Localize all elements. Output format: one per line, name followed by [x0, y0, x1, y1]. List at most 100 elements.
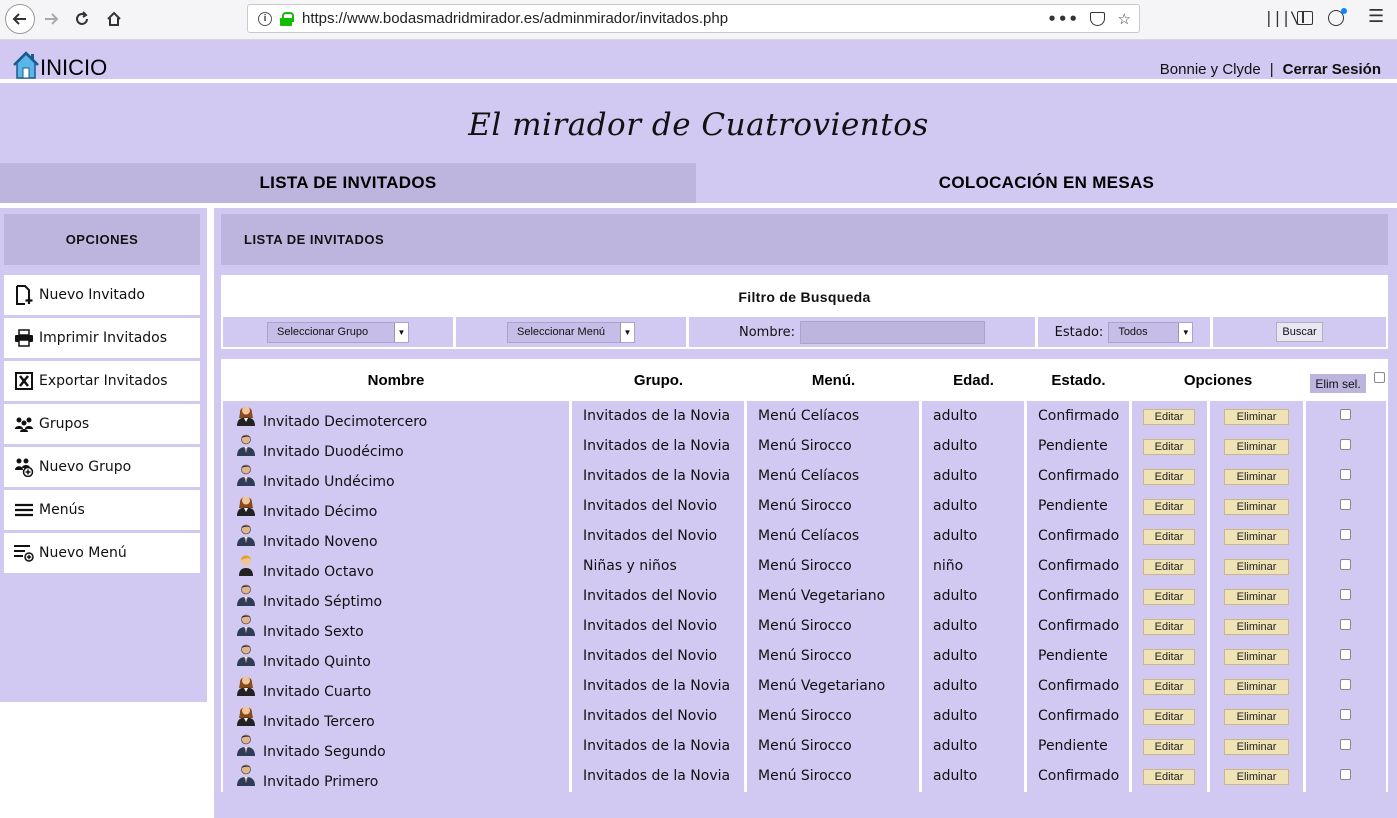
- delete-button[interactable]: Eliminar: [1224, 769, 1289, 785]
- bookmark-star-icon[interactable]: ☆: [1118, 10, 1131, 28]
- guest-name: Invitado Segundo: [263, 744, 386, 760]
- library-icon[interactable]: |||\: [1264, 8, 1300, 27]
- state-label: Estado:: [1054, 324, 1104, 340]
- back-button[interactable]: [5, 4, 35, 34]
- edit-button[interactable]: Editar: [1143, 589, 1195, 605]
- tab-lista-invitados[interactable]: LISTA DE INVITADOS: [0, 163, 696, 203]
- forward-button[interactable]: [37, 5, 65, 33]
- guest-age: adulto: [933, 648, 978, 664]
- guest-state: Confirmado: [1038, 468, 1120, 484]
- sidebar-item-nuevo-invitado[interactable]: Nuevo Invitado: [4, 275, 200, 315]
- delete-button[interactable]: Eliminar: [1224, 679, 1289, 695]
- row-checkbox[interactable]: [1340, 559, 1351, 570]
- sidebar-item-nuevo-menu[interactable]: Nuevo Menú: [4, 533, 200, 573]
- search-filter: Filtro de Busqueda Seleccionar Grupo ▼ S…: [221, 275, 1388, 349]
- sidebar-item-exportar-invitados[interactable]: Exportar Invitados: [4, 361, 200, 401]
- row-checkbox[interactable]: [1340, 589, 1351, 600]
- browser-home-button[interactable]: [100, 5, 128, 33]
- header-edad[interactable]: Edad.: [921, 359, 1026, 401]
- delete-button[interactable]: Eliminar: [1224, 499, 1289, 515]
- sidebar-item-nuevo-grupo[interactable]: Nuevo Grupo: [4, 447, 200, 487]
- row-checkbox[interactable]: [1340, 439, 1351, 450]
- guest-name: Invitado Noveno: [263, 534, 378, 550]
- row-checkbox[interactable]: [1340, 649, 1351, 660]
- male-user-icon: [236, 614, 256, 636]
- home-link[interactable]: INICIO: [12, 46, 107, 80]
- edit-button[interactable]: Editar: [1143, 679, 1195, 695]
- group-select[interactable]: Seleccionar Grupo ▼: [267, 321, 409, 343]
- header-estado[interactable]: Estado.: [1026, 359, 1131, 401]
- delete-button[interactable]: Eliminar: [1224, 709, 1289, 725]
- sidebar-item-imprimir-invitados[interactable]: Imprimir Invitados: [4, 318, 200, 358]
- row-checkbox[interactable]: [1340, 679, 1351, 690]
- sidebar-item-label: Nuevo Menú: [39, 545, 127, 561]
- child-user-icon: [236, 554, 256, 576]
- delete-button[interactable]: Eliminar: [1224, 469, 1289, 485]
- home-label[interactable]: INICIO: [40, 56, 107, 80]
- delete-button[interactable]: Eliminar: [1224, 439, 1289, 455]
- row-checkbox[interactable]: [1340, 529, 1351, 540]
- row-checkbox[interactable]: [1340, 619, 1351, 630]
- hamburger-menu-icon[interactable]: ☰: [1368, 6, 1384, 27]
- guest-menu: Menú Celíacos: [758, 408, 860, 424]
- header-grupo[interactable]: Grupo.: [571, 359, 746, 401]
- sidebar-item-menus[interactable]: Menús: [4, 490, 200, 530]
- sidebar-item-grupos[interactable]: Grupos: [4, 404, 200, 444]
- house-icon: [107, 11, 121, 26]
- delete-button[interactable]: Eliminar: [1224, 409, 1289, 425]
- page-actions-icon[interactable]: •••: [1047, 10, 1079, 28]
- edit-button[interactable]: Editar: [1143, 619, 1195, 635]
- logout-link[interactable]: Cerrar Sesión: [1283, 61, 1381, 78]
- menu-select[interactable]: Seleccionar Menú ▼: [507, 321, 635, 343]
- select-all-checkbox[interactable]: [1374, 372, 1385, 383]
- header-menu[interactable]: Menú.: [746, 359, 921, 401]
- sidebar-item-label: Nuevo Grupo: [39, 459, 132, 475]
- tab-colocacion-mesas[interactable]: COLOCACIÓN EN MESAS: [696, 163, 1397, 203]
- row-checkbox[interactable]: [1340, 499, 1351, 510]
- guest-group: Invitados del Novio: [583, 528, 718, 544]
- edit-button[interactable]: Editar: [1143, 709, 1195, 725]
- edit-button[interactable]: Editar: [1143, 739, 1195, 755]
- edit-button[interactable]: Editar: [1143, 559, 1195, 575]
- user-area: Bonnie y Clyde | Cerrar Sesión: [1160, 61, 1381, 78]
- state-select[interactable]: Todos ▼: [1108, 321, 1194, 343]
- delete-button[interactable]: Eliminar: [1224, 559, 1289, 575]
- delete-button[interactable]: Eliminar: [1224, 529, 1289, 545]
- delete-button[interactable]: Eliminar: [1224, 739, 1289, 755]
- group-select-value: Seleccionar Grupo: [277, 326, 369, 338]
- edit-button[interactable]: Editar: [1143, 649, 1195, 665]
- sidebar-toggle-icon[interactable]: [1297, 11, 1313, 25]
- edit-button[interactable]: Editar: [1143, 439, 1195, 455]
- row-checkbox[interactable]: [1340, 409, 1351, 420]
- edit-button[interactable]: Editar: [1143, 499, 1195, 515]
- guest-menu: Menú Celíacos: [758, 468, 860, 484]
- url-text[interactable]: https://www.bodasmadridmirador.es/adminm…: [302, 10, 728, 27]
- delete-selected-button[interactable]: Elim sel.: [1310, 374, 1366, 393]
- row-checkbox[interactable]: [1340, 769, 1351, 780]
- row-checkbox[interactable]: [1340, 709, 1351, 720]
- name-input[interactable]: [800, 320, 986, 344]
- filter-cell-name: Nombre:: [689, 317, 1035, 347]
- delete-button[interactable]: Eliminar: [1224, 619, 1289, 635]
- edit-button[interactable]: Editar: [1143, 529, 1195, 545]
- edit-button[interactable]: Editar: [1143, 469, 1195, 485]
- guest-age: adulto: [933, 528, 978, 544]
- filter-cell-state: Estado: Todos ▼: [1038, 317, 1210, 347]
- search-button[interactable]: Buscar: [1276, 322, 1323, 342]
- info-icon[interactable]: i: [258, 11, 272, 26]
- guest-menu: Menú Sirocco: [758, 558, 852, 574]
- guest-name: Invitado Octavo: [263, 564, 374, 580]
- url-bar[interactable]: i https://www.bodasmadridmirador.es/admi…: [247, 4, 1140, 33]
- guest-state: Confirmado: [1038, 678, 1120, 694]
- male-user-icon: [236, 464, 256, 486]
- pocket-icon[interactable]: [1090, 12, 1105, 26]
- row-checkbox[interactable]: [1340, 739, 1351, 750]
- edit-button[interactable]: Editar: [1143, 409, 1195, 425]
- row-checkbox[interactable]: [1340, 469, 1351, 480]
- delete-button[interactable]: Eliminar: [1224, 589, 1289, 605]
- header-nombre[interactable]: Nombre: [221, 359, 571, 401]
- main-title: LISTA DE INVITADOS: [221, 214, 1388, 265]
- reload-button[interactable]: [68, 5, 96, 33]
- delete-button[interactable]: Eliminar: [1224, 649, 1289, 665]
- edit-button[interactable]: Editar: [1143, 769, 1195, 785]
